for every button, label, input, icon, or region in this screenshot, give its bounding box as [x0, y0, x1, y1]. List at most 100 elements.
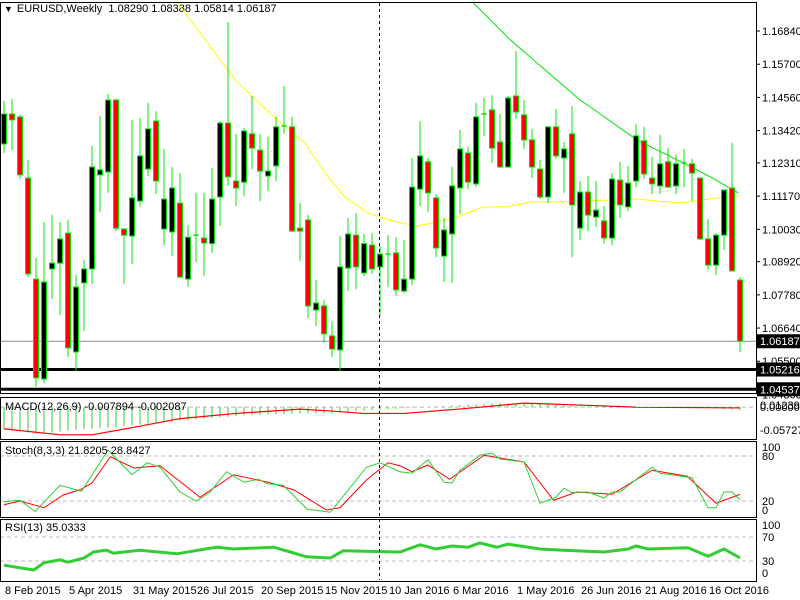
bear-candle[interactable]: [465, 146, 471, 190]
bear-candle[interactable]: [321, 300, 327, 343]
bear-candle[interactable]: [297, 203, 303, 262]
bear-candle[interactable]: [521, 100, 527, 149]
candle-body: [313, 302, 319, 311]
bear-candle[interactable]: [649, 156, 655, 195]
bear-candle[interactable]: [529, 128, 535, 179]
bear-candle[interactable]: [289, 116, 295, 232]
bull-candle[interactable]: [105, 93, 111, 193]
bull-candle[interactable]: [473, 102, 479, 188]
bull-candle[interactable]: [1, 100, 7, 154]
bull-candle[interactable]: [161, 148, 167, 246]
bear-candle[interactable]: [121, 228, 127, 285]
bull-candle[interactable]: [57, 222, 63, 315]
bull-candle[interactable]: [545, 126, 551, 204]
bull-candle[interactable]: [385, 235, 391, 287]
bear-candle[interactable]: [553, 109, 559, 159]
bear-candle[interactable]: [705, 219, 711, 271]
bull-candle[interactable]: [561, 141, 567, 193]
stochastic-pane[interactable]: [0, 449, 756, 513]
bear-candle[interactable]: [497, 114, 503, 168]
main-pane[interactable]: [0, 0, 756, 391]
bull-candle[interactable]: [345, 217, 351, 292]
bull-candle[interactable]: [633, 123, 639, 188]
bull-candle[interactable]: [721, 189, 727, 250]
bear-candle[interactable]: [601, 206, 607, 244]
bull-candle[interactable]: [137, 117, 143, 207]
bear-candle[interactable]: [153, 111, 159, 195]
bull-candle[interactable]: [185, 224, 191, 287]
bull-candle[interactable]: [97, 116, 103, 212]
bull-candle[interactable]: [265, 136, 271, 191]
bear-candle[interactable]: [329, 321, 335, 357]
bear-candle[interactable]: [225, 21, 231, 186]
bull-candle[interactable]: [481, 97, 487, 136]
bear-candle[interactable]: [305, 215, 311, 318]
bull-candle[interactable]: [577, 180, 583, 241]
bear-candle[interactable]: [369, 233, 375, 274]
bull-candle[interactable]: [657, 134, 663, 195]
bear-candle[interactable]: [617, 161, 623, 218]
bull-candle[interactable]: [73, 275, 79, 371]
bull-candle[interactable]: [449, 167, 455, 283]
bull-candle[interactable]: [409, 157, 415, 285]
price-chart[interactable]: 1.16840 1.15700 1.14560 1.13420 1.12310 1.111…: [0, 0, 800, 600]
bear-candle[interactable]: [65, 220, 71, 357]
bull-candle[interactable]: [89, 146, 95, 285]
bull-candle[interactable]: [401, 240, 407, 294]
bear-candle[interactable]: [33, 258, 39, 387]
bull-candle[interactable]: [49, 215, 55, 299]
bear-candle[interactable]: [9, 98, 15, 151]
bull-candle[interactable]: [241, 127, 247, 197]
bear-candle[interactable]: [17, 114, 23, 179]
bear-candle[interactable]: [689, 158, 695, 202]
bear-candle[interactable]: [433, 194, 439, 257]
time-axis[interactable]: 8 Feb 2015 5 Apr 2015 31 May 2015 26 Jul 20…: [3, 581, 769, 597]
bull-candle[interactable]: [505, 95, 511, 168]
bear-candle[interactable]: [353, 213, 359, 290]
bear-candle[interactable]: [257, 133, 263, 202]
bear-candle[interactable]: [249, 95, 255, 170]
bull-candle[interactable]: [337, 236, 343, 371]
bull-candle[interactable]: [457, 129, 463, 214]
bull-candle[interactable]: [593, 180, 599, 227]
bull-candle[interactable]: [129, 119, 135, 264]
bull-candle[interactable]: [625, 165, 631, 211]
bull-candle[interactable]: [209, 167, 215, 253]
bear-candle[interactable]: [729, 142, 735, 272]
bear-candle[interactable]: [537, 159, 543, 200]
bull-candle[interactable]: [609, 173, 615, 246]
candle-body: [593, 209, 599, 218]
bear-candle[interactable]: [425, 157, 431, 212]
bull-candle[interactable]: [273, 116, 279, 181]
bull-candle[interactable]: [145, 102, 151, 177]
bull-candle[interactable]: [81, 259, 87, 331]
bull-candle[interactable]: [361, 233, 367, 276]
bull-candle[interactable]: [313, 279, 319, 327]
bear-candle[interactable]: [489, 95, 495, 163]
bull-candle[interactable]: [41, 222, 47, 383]
bear-candle[interactable]: [569, 106, 575, 257]
bear-candle[interactable]: [513, 51, 519, 119]
candle-body: [97, 169, 103, 176]
bull-candle[interactable]: [417, 120, 423, 207]
bull-candle[interactable]: [217, 120, 223, 227]
bear-candle[interactable]: [201, 192, 207, 276]
bull-candle[interactable]: [169, 167, 175, 257]
bull-candle[interactable]: [441, 217, 447, 283]
bull-candle[interactable]: [281, 86, 287, 134]
bear-candle[interactable]: [585, 176, 591, 232]
bear-candle[interactable]: [177, 173, 183, 278]
bear-candle[interactable]: [641, 126, 647, 179]
bull-candle[interactable]: [713, 233, 719, 276]
bear-candle[interactable]: [737, 277, 743, 353]
price-axis[interactable]: 1.16840 1.15700 1.14560 1.13420 1.12310 1.111…: [756, 26, 800, 580]
bear-candle[interactable]: [113, 98, 119, 232]
bull-candle[interactable]: [193, 192, 199, 262]
bear-candle[interactable]: [697, 177, 703, 241]
bear-candle[interactable]: [233, 133, 239, 207]
candle-body: [1, 113, 7, 145]
bull-candle[interactable]: [681, 148, 687, 188]
rsi-pane[interactable]: [0, 536, 756, 572]
bear-candle[interactable]: [393, 237, 399, 297]
bear-candle[interactable]: [25, 159, 31, 278]
